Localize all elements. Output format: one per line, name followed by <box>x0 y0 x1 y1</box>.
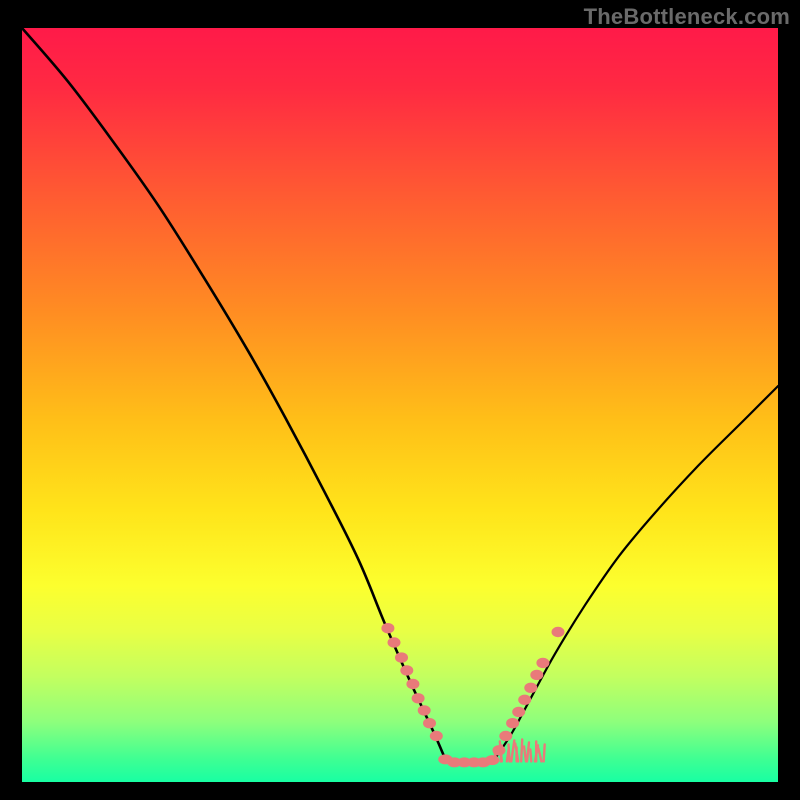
dot-cluster-valley <box>438 754 499 767</box>
curve-right <box>495 386 779 759</box>
chart-frame: TheBottleneck.com <box>0 0 800 800</box>
dot-cluster-left <box>381 623 442 741</box>
watermark-text: TheBottleneck.com <box>584 4 790 30</box>
curve-left <box>22 28 445 759</box>
chart-svg <box>22 28 778 782</box>
grass-strokes <box>494 739 545 761</box>
plot-area <box>22 28 778 782</box>
dot-cluster-right <box>493 627 565 756</box>
